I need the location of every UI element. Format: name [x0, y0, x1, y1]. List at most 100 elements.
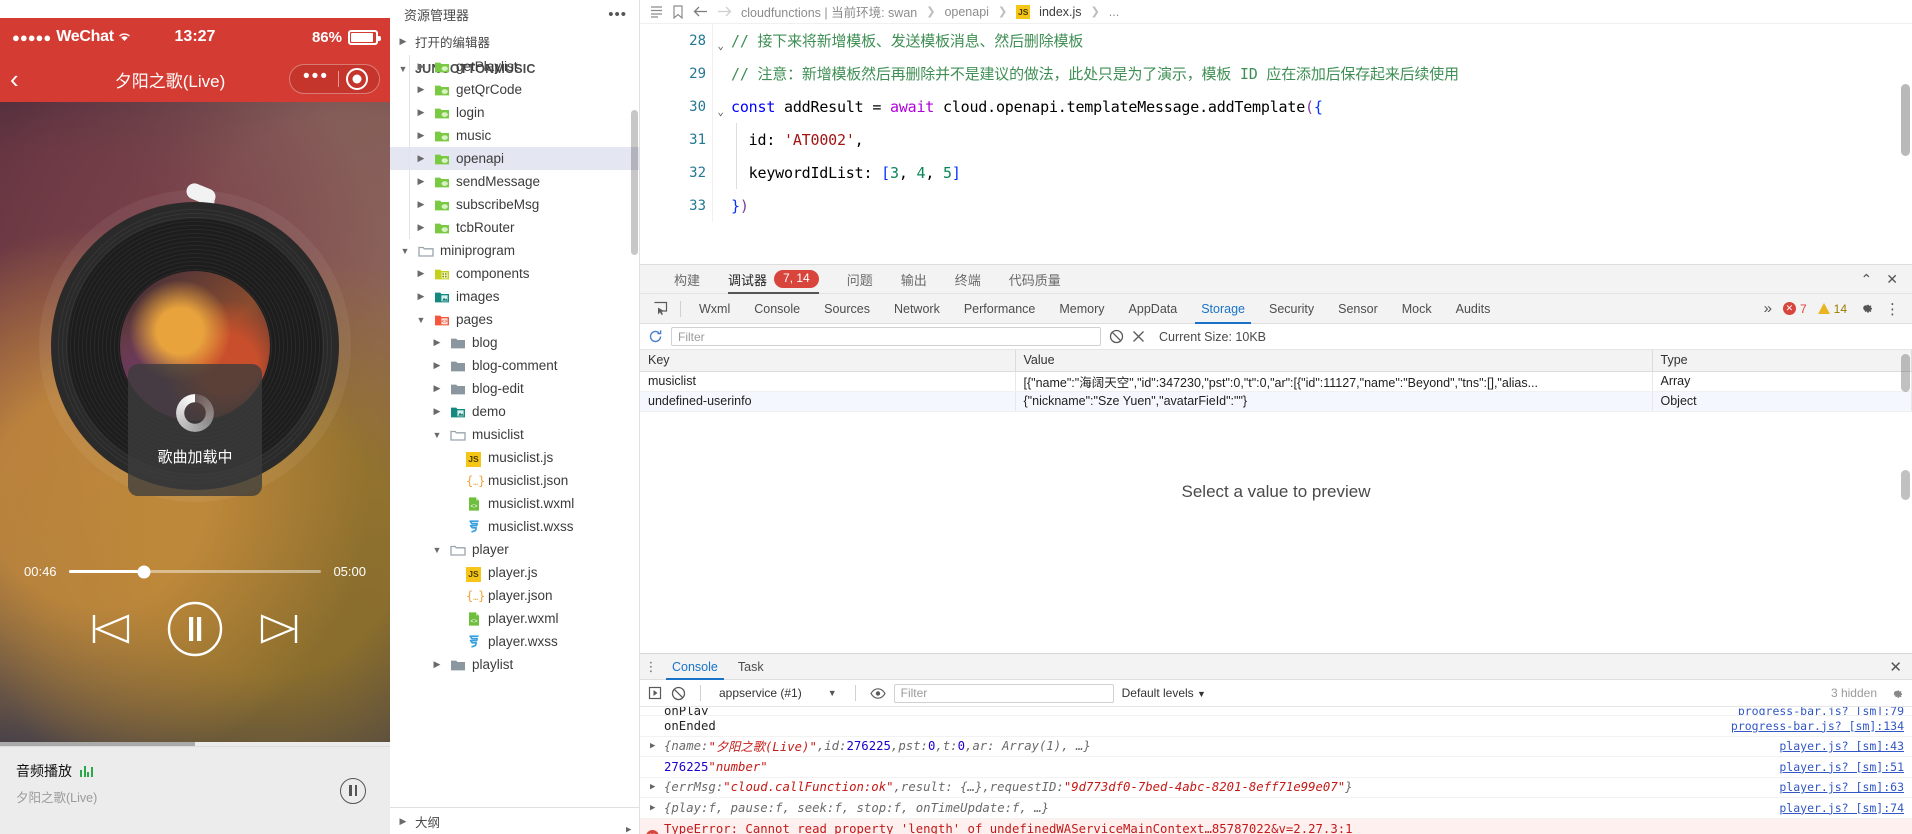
storage-filter-input[interactable]	[671, 327, 1101, 346]
breadcrumb-tail[interactable]: ...	[1109, 5, 1119, 19]
error-count-indicator[interactable]: ✕ 7	[1782, 302, 1807, 316]
console-messages[interactable]: onPlay progress-bar.js? [sm]:79 onEnded pro…	[626, 707, 1912, 834]
panel-tab-问题[interactable]: 问题	[833, 265, 887, 294]
target-icon[interactable]	[346, 68, 368, 90]
tab-storage[interactable]: Storage	[1189, 294, 1257, 324]
tab-performance[interactable]: Performance	[952, 294, 1048, 324]
outline-list-icon[interactable]	[650, 5, 663, 18]
explorer-scrollbar[interactable]	[631, 110, 638, 255]
tree-item[interactable]: <> player.wxml	[390, 607, 639, 630]
chevron-right-icon[interactable]: ▶	[414, 199, 428, 210]
fold-chevron-icon[interactable]: ⌄	[717, 105, 724, 118]
gear-icon[interactable]	[1858, 300, 1874, 318]
gear-icon[interactable]	[1889, 686, 1904, 701]
chevron-right-icon[interactable]: ▶	[414, 84, 428, 95]
pause-icon[interactable]	[340, 777, 366, 804]
vertical-dots-icon[interactable]: ⋮	[1885, 300, 1900, 318]
chevron-down-icon[interactable]: ▼	[414, 315, 428, 325]
tree-item[interactable]: ▼ <> pages	[390, 308, 639, 331]
wechat-capsule-button[interactable]: •••	[289, 64, 380, 94]
chevron-right-icon[interactable]: ▶	[396, 816, 410, 827]
skip-next-icon[interactable]	[258, 612, 300, 646]
tree-item[interactable]: ▶ subscribeMsg	[390, 193, 639, 216]
more-dots-icon[interactable]: •••	[608, 6, 627, 23]
tab-memory[interactable]: Memory	[1047, 294, 1116, 324]
console-tab-console[interactable]: Console	[662, 654, 728, 680]
chevron-right-icon[interactable]: ▶	[414, 130, 428, 141]
clear-icon[interactable]	[671, 686, 686, 701]
storage-preview-scrollbar[interactable]	[1901, 470, 1910, 500]
column-header-key[interactable]: Key	[640, 350, 1016, 372]
bookmark-icon[interactable]	[672, 4, 684, 19]
chevron-down-icon[interactable]: ▼	[430, 545, 444, 555]
tree-item[interactable]: ▶ demo	[390, 400, 639, 423]
tree-item[interactable]: ▶ getPlaylist	[390, 55, 639, 78]
chevron-right-icon[interactable]: ▶	[414, 291, 428, 302]
chevron-right-icon[interactable]: ▶	[430, 360, 444, 371]
tree-item[interactable]: musiclist.wxss	[390, 515, 639, 538]
tab-network[interactable]: Network	[882, 294, 952, 324]
clear-icon[interactable]	[1109, 329, 1124, 344]
tree-item[interactable]: JS musiclist.js	[390, 446, 639, 469]
expand-arrow-icon[interactable]: ▶	[650, 803, 655, 813]
chevron-down-icon[interactable]: ▼	[398, 246, 412, 256]
breadcrumb-root[interactable]: cloudfunctions | 当前环境: swan	[741, 2, 917, 21]
chevron-right-icon[interactable]: ▶	[396, 36, 410, 47]
code-line[interactable]: 33})	[640, 189, 1912, 222]
chevron-right-icon[interactable]: ▶	[430, 337, 444, 348]
delete-entry-icon[interactable]	[1132, 330, 1145, 343]
tree-item[interactable]: ▶ getQrCode	[390, 78, 639, 101]
tree-item[interactable]: ▶ playlist	[390, 653, 639, 676]
refresh-icon[interactable]	[648, 329, 663, 344]
tree-item[interactable]: ▶ music	[390, 124, 639, 147]
code-line[interactable]: 28 ⌄ // 接下来将新增模板、发送模板消息、然后删除模板	[640, 24, 1912, 57]
storage-table-scrollbar[interactable]	[1901, 354, 1910, 392]
tree-item[interactable]: ▶ blog	[390, 331, 639, 354]
table-row[interactable]: musiclist [{"name":"海阔天空","id":347230,"ps…	[640, 371, 1912, 392]
tree-item[interactable]: ▶ images	[390, 285, 639, 308]
tab-sources[interactable]: Sources	[812, 294, 882, 324]
tab-audits[interactable]: Audits	[1444, 294, 1503, 324]
console-tab-task[interactable]: Task	[728, 654, 774, 680]
panel-tab-终端[interactable]: 终端	[941, 265, 995, 294]
console-levels-select[interactable]: Default levels ▼	[1122, 686, 1206, 700]
progress-slider[interactable]	[68, 565, 322, 578]
console-error-message[interactable]: ✕▶TypeError: Cannot read property 'lengt…	[626, 818, 1912, 834]
console-source-link[interactable]: player.js? [sm]:74	[1779, 801, 1904, 815]
expand-arrow-icon[interactable]: ▶	[650, 782, 655, 792]
tab-console[interactable]: Console	[742, 294, 812, 324]
progress-slider-knob[interactable]	[137, 565, 151, 578]
hidden-messages-label[interactable]: 3 hidden	[1831, 686, 1877, 700]
panel-tab-调试器[interactable]: 调试器 7, 14	[714, 265, 833, 294]
chevron-right-icon[interactable]: ▶	[430, 659, 444, 670]
chevron-down-icon[interactable]: ▼	[828, 688, 837, 698]
tree-item[interactable]: ▼ player	[390, 538, 639, 561]
eye-icon[interactable]	[869, 687, 886, 700]
tree-item[interactable]: <> musiclist.wxml	[390, 492, 639, 515]
skip-previous-icon[interactable]	[90, 612, 132, 646]
console-message[interactable]: onPlay progress-bar.js? [sm]:79	[640, 707, 1912, 716]
vertical-dots-icon[interactable]: ⋮	[640, 659, 662, 675]
console-filter-input[interactable]	[893, 683, 1114, 703]
chevron-right-icon[interactable]: ▶	[430, 406, 444, 417]
tab-sensor[interactable]: Sensor	[1326, 294, 1390, 324]
chevron-up-icon[interactable]: ⌃	[1861, 272, 1873, 286]
code-line[interactable]: 32 keywordIdList: [3, 4, 5]	[640, 156, 1912, 189]
file-tree[interactable]: ▶ getPlaylist ▶ getQrCode ▶ login ▶ music ▶ opena…	[390, 55, 639, 807]
inspect-element-icon[interactable]	[646, 301, 674, 316]
tree-item[interactable]: ▶ components	[390, 262, 639, 285]
tree-item[interactable]: ▶ blog-comment	[390, 354, 639, 377]
code-line[interactable]: 30 ⌄ const addResult = await cloud.openapi…	[640, 90, 1912, 123]
chevron-left-icon[interactable]: ‹	[10, 66, 19, 92]
section-open-editors[interactable]: ▶ 打开的编辑器	[390, 28, 639, 55]
tree-item[interactable]: ▶ sendMessage	[390, 170, 639, 193]
tree-item[interactable]: ▼ musiclist	[390, 423, 639, 446]
console-context-select[interactable]: appservice (#1) ▼	[715, 684, 841, 703]
tab-security[interactable]: Security	[1257, 294, 1326, 324]
expand-arrow-icon[interactable]: ▶	[626, 823, 631, 834]
console-message[interactable]: ▶{errMsg: "cloud.callFunction:ok", resul…	[640, 778, 1912, 798]
breadcrumb-folder[interactable]: openapi	[944, 5, 989, 19]
column-header-type[interactable]: Type	[1652, 350, 1912, 372]
tree-item[interactable]: ▶ login	[390, 101, 639, 124]
chevrons-right-icon[interactable]: »	[1764, 300, 1772, 317]
